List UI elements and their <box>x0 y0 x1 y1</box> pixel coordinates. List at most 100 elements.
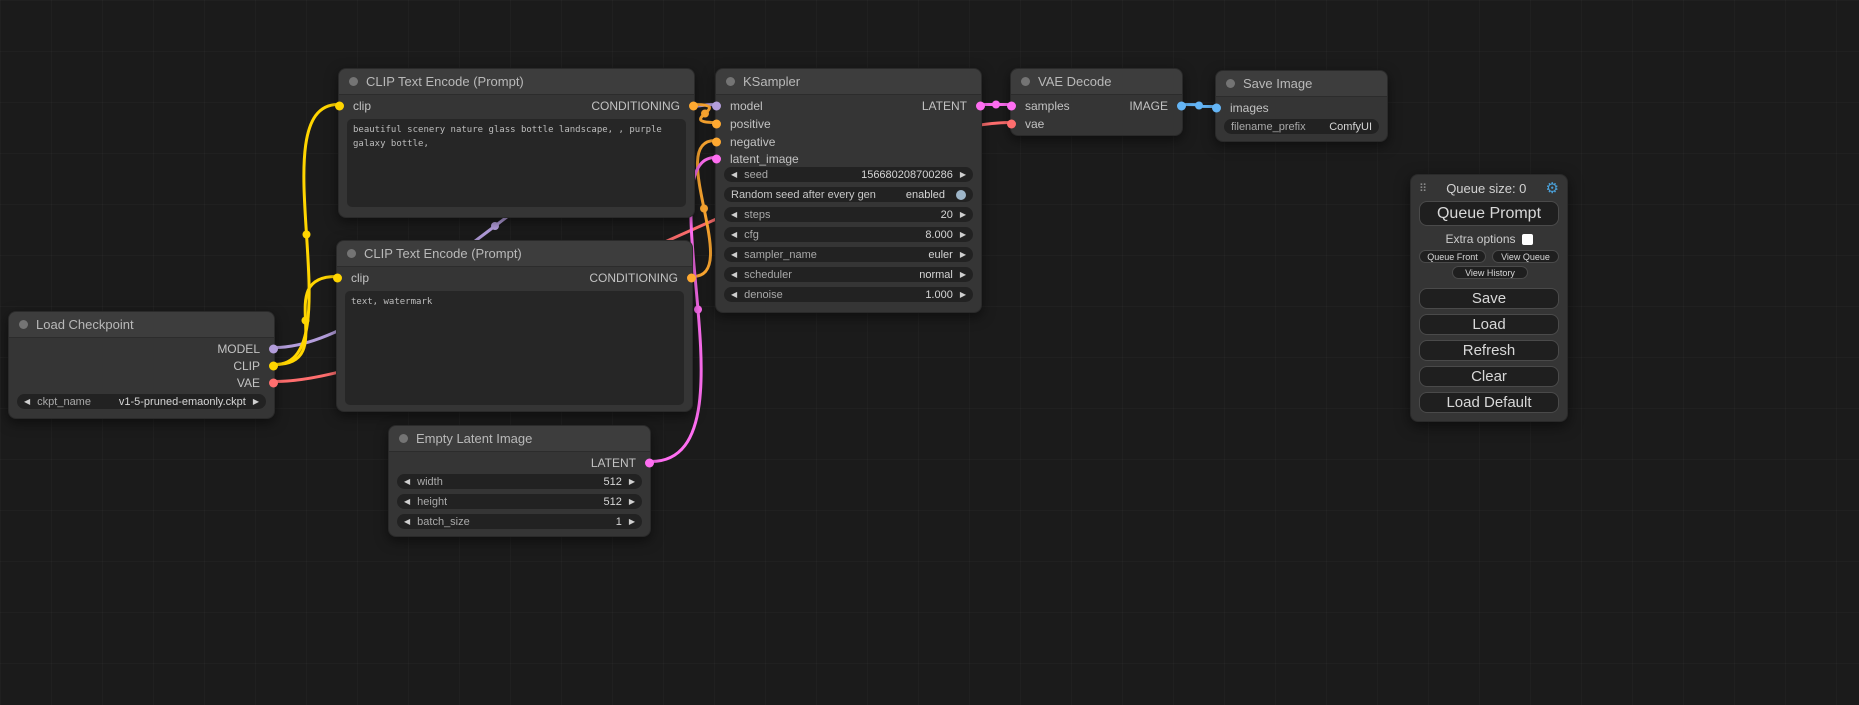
decrement-arrow-icon[interactable]: ◀ <box>731 171 737 179</box>
increment-arrow-icon[interactable]: ▶ <box>253 398 259 406</box>
node-save-image[interactable]: Save Image images filename_prefix ComfyU… <box>1215 70 1388 142</box>
prompt-textarea[interactable]: beautiful scenery nature glass bottle la… <box>347 119 686 207</box>
load-default-button[interactable]: Load Default <box>1419 392 1559 413</box>
input-slot-images: images <box>1216 99 1269 116</box>
clip-input-dot[interactable] <box>333 273 342 282</box>
node-vae-decode[interactable]: VAE Decode samples vae IMAGE <box>1010 68 1183 136</box>
increment-arrow-icon[interactable]: ▶ <box>629 498 635 506</box>
refresh-button[interactable]: Refresh <box>1419 340 1559 361</box>
toggle-dot[interactable] <box>956 190 966 200</box>
decrement-arrow-icon[interactable]: ◀ <box>404 518 410 526</box>
wire-midpoint-dot <box>1195 102 1203 110</box>
decrement-arrow-icon[interactable]: ◀ <box>731 251 737 259</box>
slot-label: MODEL <box>217 342 260 356</box>
increment-arrow-icon[interactable]: ▶ <box>960 251 966 259</box>
denoise-widget[interactable]: ◀ denoise 1.000 ▶ <box>724 287 973 302</box>
conditioning-output-dot[interactable] <box>687 273 696 282</box>
positive-input-dot[interactable] <box>712 119 721 128</box>
image-output-dot[interactable] <box>1177 101 1186 110</box>
vae-input-dot[interactable] <box>1007 119 1016 128</box>
node-titlebar[interactable]: VAE Decode <box>1011 69 1182 95</box>
collapse-dot-icon[interactable] <box>399 434 408 443</box>
decrement-arrow-icon[interactable]: ◀ <box>731 231 737 239</box>
prompt-textarea[interactable]: text, watermark <box>345 291 684 405</box>
input-slot-model: model <box>716 97 763 114</box>
decrement-arrow-icon[interactable]: ◀ <box>731 271 737 279</box>
decrement-arrow-icon[interactable]: ◀ <box>404 478 410 486</box>
negative-input-dot[interactable] <box>712 137 721 146</box>
collapse-dot-icon[interactable] <box>1226 79 1235 88</box>
height-widget[interactable]: ◀ height 512 ▶ <box>397 494 642 509</box>
node-titlebar[interactable]: KSampler <box>716 69 981 95</box>
increment-arrow-icon[interactable]: ▶ <box>960 291 966 299</box>
samples-input-dot[interactable] <box>1007 101 1016 110</box>
sampler-name-widget[interactable]: ◀ sampler_name euler ▶ <box>724 247 973 262</box>
node-graph-canvas[interactable]: Load Checkpoint MODEL CLIP VAE ◀ ckpt_na… <box>0 0 1859 705</box>
load-button[interactable]: Load <box>1419 314 1559 335</box>
model-output-dot[interactable] <box>269 344 278 353</box>
steps-widget[interactable]: ◀ steps 20 ▶ <box>724 207 973 222</box>
settings-gear-icon[interactable]: ⚙ <box>1546 181 1559 196</box>
random-seed-toggle-widget[interactable]: Random seed after every gen enabled <box>724 187 973 202</box>
scheduler-widget[interactable]: ◀ scheduler normal ▶ <box>724 267 973 282</box>
seed-widget[interactable]: ◀ seed 156680208700286 ▶ <box>724 167 973 182</box>
node-titlebar[interactable]: CLIP Text Encode (Prompt) <box>337 241 692 267</box>
decrement-arrow-icon[interactable]: ◀ <box>731 291 737 299</box>
node-titlebar[interactable]: Save Image <box>1216 71 1387 97</box>
node-titlebar[interactable]: Load Checkpoint <box>9 312 274 338</box>
ckpt-name-widget[interactable]: ◀ ckpt_name v1-5-pruned-emaonly.ckpt ▶ <box>17 394 266 409</box>
conditioning-output-dot[interactable] <box>689 101 698 110</box>
latent-output-dot[interactable] <box>645 458 654 467</box>
collapse-dot-icon[interactable] <box>347 249 356 258</box>
node-ksampler[interactable]: KSampler model positive negative latent_… <box>715 68 982 313</box>
slot-label: vae <box>1025 117 1044 131</box>
clip-input-dot[interactable] <box>335 101 344 110</box>
node-empty-latent-image[interactable]: Empty Latent Image LATENT ◀ width 512 ▶ … <box>388 425 651 537</box>
node-load-checkpoint[interactable]: Load Checkpoint MODEL CLIP VAE ◀ ckpt_na… <box>8 311 275 419</box>
drag-handle-icon[interactable]: ⠿ <box>1419 182 1427 195</box>
filename-prefix-widget[interactable]: filename_prefix ComfyUI <box>1224 119 1379 134</box>
batch-size-widget[interactable]: ◀ batch_size 1 ▶ <box>397 514 642 529</box>
node-clip-text-encode-positive[interactable]: CLIP Text Encode (Prompt) clip CONDITION… <box>338 68 695 218</box>
images-input-dot[interactable] <box>1212 103 1221 112</box>
decrement-arrow-icon[interactable]: ◀ <box>731 211 737 219</box>
input-slot-clip: clip <box>339 97 371 114</box>
queue-prompt-button[interactable]: Queue Prompt <box>1419 201 1559 226</box>
save-button[interactable]: Save <box>1419 288 1559 309</box>
output-slot-latent: LATENT <box>591 454 650 471</box>
vae-output-dot[interactable] <box>269 378 278 387</box>
slot-label: clip <box>351 271 369 285</box>
cfg-widget[interactable]: ◀ cfg 8.000 ▶ <box>724 227 973 242</box>
increment-arrow-icon[interactable]: ▶ <box>960 171 966 179</box>
latent-output-dot[interactable] <box>976 101 985 110</box>
collapse-dot-icon[interactable] <box>19 320 28 329</box>
model-input-dot[interactable] <box>712 101 721 110</box>
clear-button[interactable]: Clear <box>1419 366 1559 387</box>
extra-options-checkbox[interactable] <box>1522 234 1533 245</box>
collapse-dot-icon[interactable] <box>349 77 358 86</box>
increment-arrow-icon[interactable]: ▶ <box>960 211 966 219</box>
width-widget[interactable]: ◀ width 512 ▶ <box>397 474 642 489</box>
latent-image-input-dot[interactable] <box>712 154 721 163</box>
view-history-button[interactable]: View History <box>1452 266 1528 279</box>
slot-label: CONDITIONING <box>591 99 680 113</box>
extra-options-row: Extra options <box>1411 232 1567 246</box>
increment-arrow-icon[interactable]: ▶ <box>629 478 635 486</box>
increment-arrow-icon[interactable]: ▶ <box>960 231 966 239</box>
output-slot-model: MODEL <box>217 340 274 357</box>
node-titlebar[interactable]: CLIP Text Encode (Prompt) <box>339 69 694 95</box>
increment-arrow-icon[interactable]: ▶ <box>960 271 966 279</box>
decrement-arrow-icon[interactable]: ◀ <box>404 498 410 506</box>
queue-front-button[interactable]: Queue Front <box>1419 250 1486 263</box>
increment-arrow-icon[interactable]: ▶ <box>629 518 635 526</box>
clip-output-dot[interactable] <box>269 361 278 370</box>
node-title: VAE Decode <box>1038 74 1111 89</box>
decrement-arrow-icon[interactable]: ◀ <box>24 398 30 406</box>
view-queue-button[interactable]: View Queue <box>1492 250 1559 263</box>
collapse-dot-icon[interactable] <box>1021 77 1030 86</box>
node-titlebar[interactable]: Empty Latent Image <box>389 426 650 452</box>
node-clip-text-encode-negative[interactable]: CLIP Text Encode (Prompt) clip CONDITION… <box>336 240 693 412</box>
widget-value: 20 <box>941 209 953 221</box>
wire-midpoint-dot <box>303 231 311 239</box>
collapse-dot-icon[interactable] <box>726 77 735 86</box>
